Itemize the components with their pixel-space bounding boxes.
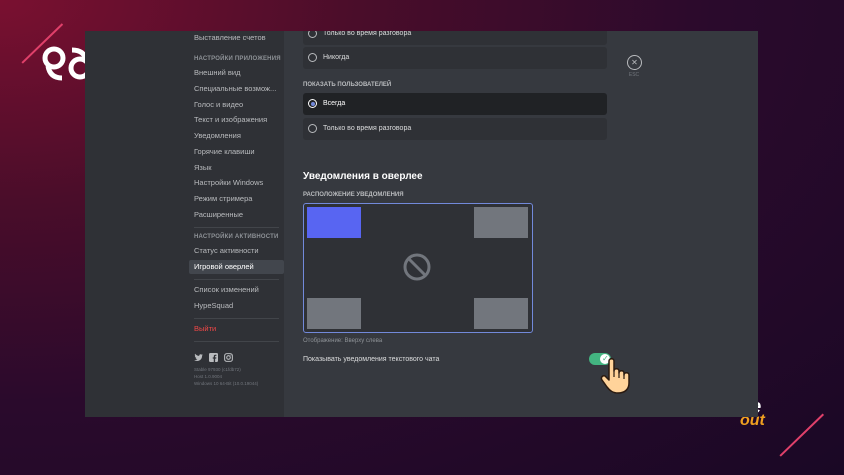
overlay-notifications-title: Уведомления в оверлее (303, 171, 423, 182)
sidebar-item-text-images[interactable]: Текст и изображения (189, 113, 284, 127)
overlay-settings-content: Только во время разговора Никогда ПОКАЗА… (284, 31, 758, 417)
sidebar-item-notifications[interactable]: Уведомления (189, 129, 284, 143)
sidebar-item-keybinds[interactable]: Горячие клавиши (189, 145, 284, 159)
sidebar-item-language[interactable]: Язык (189, 161, 284, 175)
sidebar-item-billing[interactable]: Выставление счетов (189, 31, 284, 45)
sidebar-item-appearance[interactable]: Внешний вид (189, 66, 284, 80)
radio-label: Всегда (323, 100, 346, 107)
sidebar-divider (194, 318, 279, 319)
radio-button[interactable] (308, 53, 317, 62)
radio-button[interactable] (308, 31, 317, 38)
pointing-hand-icon (597, 357, 637, 400)
sidebar-item-hypesquad[interactable]: HypeSquad (189, 299, 284, 313)
disabled-icon[interactable] (402, 252, 432, 287)
sidebar-item-accessibility[interactable]: Специальные возмож... (189, 82, 284, 96)
radio-button[interactable] (308, 124, 317, 133)
radio-label: Только во время разговора (323, 31, 412, 37)
build-info-line: Windows 10 64-Bit (10.0.19044) (194, 381, 259, 386)
settings-window: Выставление счетов НАСТРОЙКИ ПРИЛОЖЕНИЯ … (85, 31, 758, 417)
esc-label: ESC (628, 72, 640, 78)
radio-option-during-talk-top[interactable]: Только во время разговора (303, 31, 607, 45)
sidebar-item-voice-video[interactable]: Голос и видео (189, 98, 284, 112)
notification-position-picker (303, 203, 533, 333)
sidebar-item-logout[interactable]: Выйти (189, 322, 284, 336)
sidebar-item-streamer-mode[interactable]: Режим стримера (189, 192, 284, 206)
instagram-icon[interactable] (224, 349, 233, 362)
position-top-left[interactable] (307, 207, 361, 238)
sidebar-item-activity-status[interactable]: Статус активности (189, 244, 284, 258)
position-bottom-right[interactable] (474, 298, 528, 329)
twitter-icon[interactable] (194, 349, 203, 362)
sidebar-divider (194, 341, 279, 342)
sidebar-item-advanced[interactable]: Расширенные (189, 208, 284, 222)
sidebar-item-changelog[interactable]: Список изменений (189, 283, 284, 297)
radio-label: Никогда (323, 54, 350, 61)
sidebar-divider (194, 227, 279, 228)
notification-position-header: РАСПОЛОЖЕНИЕ УВЕДОМЛЕНИЯ (303, 192, 404, 198)
activity-settings-header: НАСТРОЙКИ АКТИВНОСТИ (194, 234, 279, 240)
facebook-icon[interactable] (209, 349, 218, 362)
settings-sidebar: Выставление счетов НАСТРОЙКИ ПРИЛОЖЕНИЯ … (85, 31, 284, 417)
radio-option-always[interactable]: Всегда (303, 93, 607, 115)
app-settings-header: НАСТРОЙКИ ПРИЛОЖЕНИЯ (194, 56, 281, 62)
radio-option-during-talk[interactable]: Только во время разговора (303, 118, 607, 140)
position-caption: Отображение: Вверху слева (303, 338, 383, 344)
radio-label: Только во время разговора (323, 125, 412, 132)
text-chat-notifications-label: Показывать уведомления текстового чата (303, 356, 440, 363)
position-bottom-left[interactable] (307, 298, 361, 329)
sidebar-divider (194, 279, 279, 280)
show-users-header: ПОКАЗАТЬ ПОЛЬЗОВАТЕЛЕЙ (303, 82, 392, 88)
build-info-line: Stable 97930 (c1fdb72) (194, 367, 241, 372)
radio-option-never[interactable]: Никогда (303, 47, 607, 69)
radio-button-selected[interactable] (308, 99, 317, 108)
close-icon[interactable]: ✕ (627, 55, 642, 70)
sidebar-item-game-overlay[interactable]: Игровой оверлей (189, 260, 284, 274)
build-info-line: Host 1.0.9004 (194, 374, 223, 379)
sidebar-item-windows-settings[interactable]: Настройки Windows (189, 176, 284, 190)
social-links (194, 349, 233, 362)
close-settings-button[interactable]: ✕ ESC (627, 55, 642, 78)
position-top-right[interactable] (474, 207, 528, 238)
